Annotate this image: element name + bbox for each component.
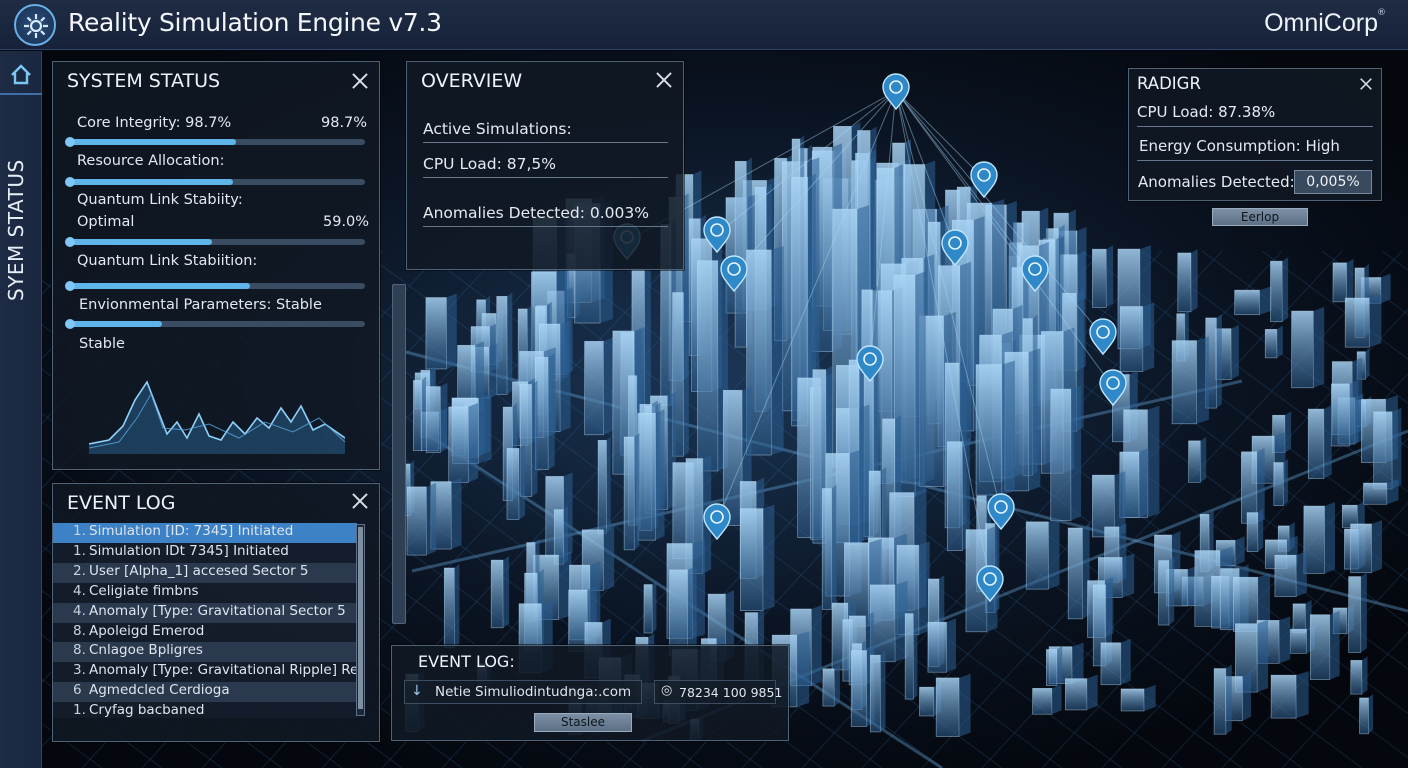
event-log-row-text: Anomaly [Type: Gravitational Sector 5 xyxy=(89,602,346,619)
bottom-event-log-id-field[interactable]: ◎ 78234 100 9851 xyxy=(654,680,782,704)
event-log-row-number: 4. xyxy=(73,582,86,599)
active-simulations-text: Active Simulations: xyxy=(423,120,572,138)
radigr-divider xyxy=(1137,160,1373,161)
core-integrity-label: Core Integrity: 98.7% xyxy=(77,115,232,131)
close-icon[interactable] xyxy=(349,70,371,92)
radigr-panel: RADIGR CPU Load: 87.38% Energy Consumpti… xyxy=(1128,68,1382,201)
close-icon[interactable] xyxy=(653,69,675,91)
bottom-event-log-panel: EVENT LOG: ↓ Netie Simuliodintudnga:.com… xyxy=(391,645,789,741)
home-icon[interactable] xyxy=(0,57,42,95)
panel-resize-handle[interactable] xyxy=(392,284,406,624)
status-footer-text: Stable xyxy=(79,336,125,352)
core-integrity-value: 98.7% xyxy=(321,115,368,131)
quantum-link-stability-label: Quantum Link Stabiity: xyxy=(77,192,243,208)
bottom-event-log-entry[interactable]: ↓ Netie Simuliodintudnga:.com xyxy=(404,680,642,704)
quantum-link-stability-status: Optimal xyxy=(77,214,135,230)
overview-divider xyxy=(423,142,668,143)
event-log-row-text: Celigiate fimbns xyxy=(89,582,199,599)
event-log-row[interactable]: 1. Cryfag bacbaned xyxy=(53,702,357,718)
quantum-link-stability-value: 59.0% xyxy=(323,214,370,230)
brand-registered-mark: ® xyxy=(1377,8,1386,18)
radigr-divider xyxy=(1137,126,1373,127)
event-log-panel: EVENT LOG 1. Simulation [ID: 7345] Initia… xyxy=(52,483,380,742)
target-icon: ◎ xyxy=(661,683,673,698)
resource-allocation-bar[interactable] xyxy=(65,177,365,187)
system-status-panel: SYSTEM STATUS Core Integrity: 98.7% 98.7… xyxy=(52,61,380,470)
radigr-action-button[interactable]: Eerlop xyxy=(1212,208,1308,226)
event-log-row-number: 2. xyxy=(73,562,86,579)
quantum-link-stability-bar[interactable] xyxy=(65,237,365,247)
event-log-row[interactable]: 3. Anomaly [Type: Gravitational Ripple] R… xyxy=(53,662,365,683)
event-log-title: EVENT LOG xyxy=(67,492,176,514)
title-bar: Reality Simulation Engine v7.3 OmniCorp … xyxy=(0,0,1408,50)
event-log-scroll-thumb[interactable] xyxy=(358,527,363,709)
brand-logo: OmniCorp xyxy=(1264,9,1378,37)
overview-divider xyxy=(423,177,668,178)
waveform-graph xyxy=(89,380,345,454)
app-title: Reality Simulation Engine v7.3 xyxy=(68,8,442,37)
overview-panel: OVERVIEW Active Simulations: CPU Load: 8… xyxy=(406,61,684,270)
event-log-row[interactable]: 4. Celigiate fimbns xyxy=(53,582,357,603)
system-status-title: SYSTEM STATUS xyxy=(67,70,221,92)
event-log-row[interactable]: 1. Simulation [ID: 7345] Initiated xyxy=(53,523,357,543)
environmental-parameters-label: Envionmental Parameters: Stable xyxy=(79,297,322,313)
bottom-event-log-id-text: 78234 100 9851 xyxy=(679,685,783,700)
quantum-link-stabilition-label: Quantum Link Stabiition: xyxy=(77,253,258,269)
event-log-row-text: Cryfag bacbaned xyxy=(89,702,205,718)
event-log-row-text: Simulation IDt 7345] Initiated xyxy=(89,542,289,559)
close-icon[interactable] xyxy=(1358,76,1375,93)
event-log-row-number: 1. xyxy=(73,542,86,559)
resource-allocation-label: Resource Allocation: xyxy=(77,153,225,169)
overview-anomalies-text: Anomalies Detected: 0.003% xyxy=(423,204,649,222)
rail-section-label[interactable]: SYEM STATUS xyxy=(4,101,38,301)
event-log-row[interactable]: 4. Anomaly [Type: Gravitational Sector 5 xyxy=(53,602,357,623)
event-log-row[interactable]: 8. Cnlagoe Bpligres xyxy=(53,642,357,663)
event-log-scrollbar[interactable] xyxy=(356,524,365,716)
event-log-list[interactable]: 1. Simulation [ID: 7345] Initiated 1. Simul… xyxy=(53,522,365,718)
left-rail: SYEM STATUS xyxy=(0,51,42,768)
event-log-row[interactable]: 1. Simulation IDt 7345] Initiated xyxy=(53,542,357,563)
event-log-row-number: 4. xyxy=(73,602,86,619)
bottom-event-log-button[interactable]: Staslee xyxy=(534,713,632,732)
radigr-energy-consumption: Energy Consumption: High xyxy=(1139,137,1340,155)
gear-icon[interactable] xyxy=(14,4,56,46)
radigr-anomalies-value: 0,005% xyxy=(1294,170,1372,194)
event-log-row-number: 8. xyxy=(73,642,86,659)
overview-title: OVERVIEW xyxy=(421,70,523,92)
overview-divider xyxy=(423,226,668,227)
event-log-row-text: Simulation [ID: 7345] Initiated xyxy=(89,523,294,539)
overview-cpu-load-text: CPU Load: 87,5% xyxy=(423,155,557,173)
bottom-event-log-entry-text: Netie Simuliodintudnga:.com xyxy=(435,684,632,700)
event-log-row-text: Anomaly [Type: Gravitational Ripple] Res… xyxy=(89,662,365,679)
event-log-row-number: 1. xyxy=(73,702,86,718)
radigr-title: RADIGR xyxy=(1137,74,1201,93)
event-log-row-number: 3. xyxy=(73,662,86,679)
event-log-row-number: 6 xyxy=(73,682,82,699)
core-integrity-bar[interactable] xyxy=(65,137,365,147)
event-log-row-text: Agmedcled Cerdioga xyxy=(89,682,230,699)
event-log-row[interactable]: 6 Agmedcled Cerdioga xyxy=(53,682,357,703)
quantum-link-stabilition-bar[interactable] xyxy=(65,281,365,291)
radigr-anomalies-label: Anomalies Detected: xyxy=(1138,173,1295,191)
event-log-row-text: Apoleigd Emerod xyxy=(89,622,205,639)
download-icon[interactable]: ↓ xyxy=(411,683,423,699)
radigr-cpu-load: CPU Load: 87.38% xyxy=(1137,103,1276,121)
event-log-row-number: 1. xyxy=(73,523,86,539)
environmental-parameters-bar[interactable] xyxy=(65,319,365,329)
bottom-event-log-title: EVENT LOG: xyxy=(418,652,515,671)
event-log-row-text: Cnlagoe Bpligres xyxy=(89,642,203,659)
event-log-row[interactable]: 2. User [Alpha_1] accesed Sector 5 xyxy=(53,562,357,583)
event-log-row-text: User [Alpha_1] accesed Sector 5 xyxy=(89,562,309,579)
close-icon[interactable] xyxy=(349,490,371,512)
event-log-row[interactable]: 8. Apoleigd Emerod xyxy=(53,622,357,643)
event-log-row-number: 8. xyxy=(73,622,86,639)
